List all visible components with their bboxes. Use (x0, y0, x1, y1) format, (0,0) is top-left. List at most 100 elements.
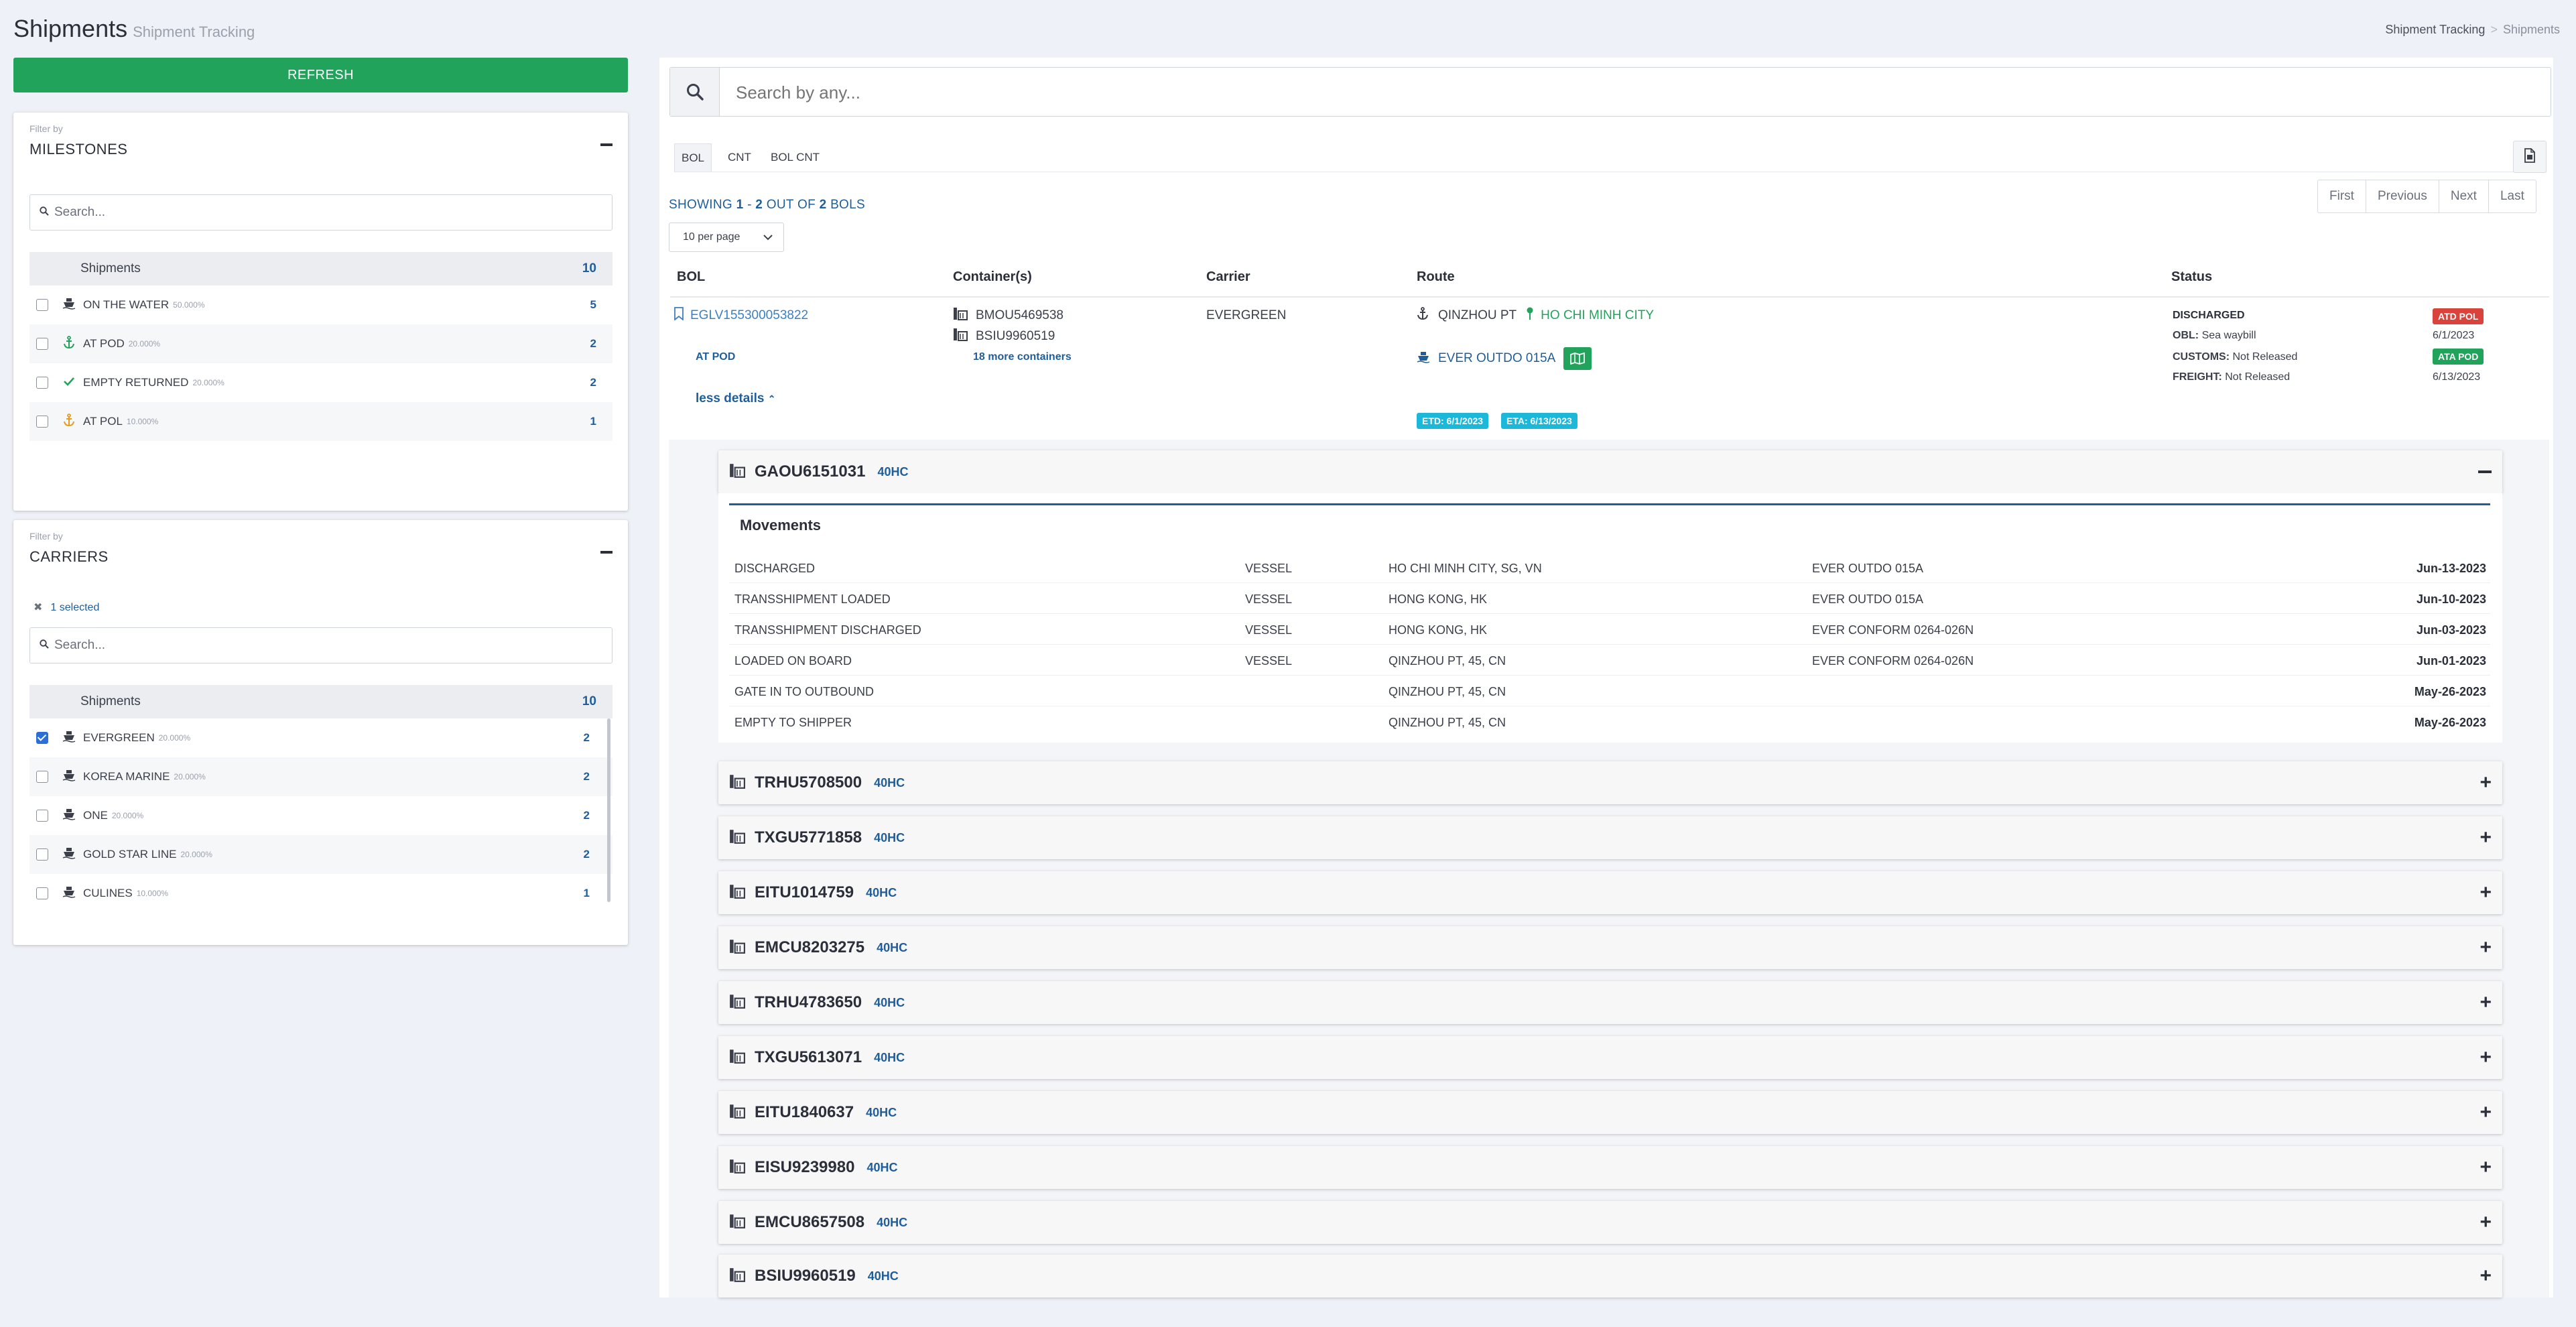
pager-last-button[interactable]: Last (2489, 180, 2536, 212)
expand-icon[interactable]: + (2480, 1265, 2492, 1287)
showing-from: 1 (736, 198, 744, 212)
carrier-item-korea-marine[interactable]: KOREA MARINE 20.000% 2 (29, 757, 613, 796)
pager-previous-button[interactable]: Previous (2366, 180, 2439, 212)
milestone-checkbox[interactable] (36, 416, 48, 428)
pager-next-button[interactable]: Next (2439, 180, 2489, 212)
movement-date: May-26-2023 (2414, 716, 2486, 729)
milestone-item-at-pol[interactable]: AT POL 10.000% 1 (29, 402, 613, 441)
expand-icon[interactable]: + (2480, 1046, 2492, 1069)
milestone-checkbox[interactable] (36, 377, 48, 389)
container-accordion-expanded[interactable]: GAOU6151031 40HC (718, 450, 2502, 493)
container-type: 40HC (866, 885, 897, 899)
container-accordion[interactable]: TRHU5708500 40HC + (718, 761, 2502, 804)
container-accordion[interactable]: EMCU8203275 40HC + (718, 926, 2502, 969)
tab-bol[interactable]: BOL (674, 143, 712, 172)
clear-selection-icon[interactable]: ✖ (34, 602, 42, 613)
carrier-checkbox[interactable] (36, 771, 48, 783)
container-item[interactable]: BSIU9960519 (953, 328, 1055, 344)
bol-link[interactable]: EGLV155300053822 (674, 307, 808, 324)
milestones-total-count: 10 (582, 261, 596, 275)
carrier-item-one[interactable]: ONE 20.000% 2 (29, 796, 613, 835)
showing-prefix: SHOWING (669, 198, 732, 212)
carrier-count: 1 (583, 887, 590, 899)
page-subtitle: Shipment Tracking (133, 23, 255, 40)
milestone-count: 5 (590, 298, 596, 311)
carriers-selected-indicator[interactable]: ✖ 1 selected (34, 601, 99, 614)
container-accordion[interactable]: TRHU4783650 40HC + (718, 981, 2502, 1024)
bookmark-icon[interactable] (674, 307, 684, 324)
carriers-collapse-button[interactable] (600, 551, 613, 554)
milestone-checkbox[interactable] (36, 299, 48, 311)
milestones-search-input[interactable]: Search... (29, 194, 613, 231)
container-accordion[interactable]: EITU1014759 40HC + (718, 871, 2502, 914)
showing-mid: OUT OF (766, 198, 816, 212)
refresh-button[interactable]: REFRESH (13, 58, 628, 92)
ship-icon (62, 769, 76, 785)
expand-icon[interactable]: + (2480, 1101, 2492, 1124)
expand-icon[interactable]: + (2480, 1156, 2492, 1179)
less-details-link[interactable]: less details ⌃ (696, 391, 775, 406)
expand-icon[interactable]: + (2480, 771, 2492, 794)
milestone-item-at-pod[interactable]: AT POD 20.000% 2 (29, 324, 613, 363)
carrier-item-evergreen[interactable]: EVERGREEN 20.000% 2 (29, 718, 613, 757)
expand-icon[interactable]: + (2480, 881, 2492, 904)
container-accordion[interactable]: TXGU5613071 40HC + (718, 1036, 2502, 1079)
freight-label: FREIGHT: (2173, 371, 2222, 383)
carrier-checkbox[interactable] (36, 887, 48, 899)
column-header-carrier[interactable]: Carrier (1206, 269, 1250, 285)
movement-location: QINZHOU PT, 45, CN (1389, 716, 1506, 729)
milestones-filter-card: Filter by MILESTONES Search... Shipments… (13, 113, 628, 511)
container-name: GAOU6151031 (755, 462, 866, 481)
carrier-item-culines[interactable]: CULINES 10.000% 1 (29, 874, 613, 913)
expand-icon[interactable]: + (2480, 991, 2492, 1014)
carriers-scrollbar[interactable] (607, 718, 610, 902)
milestones-title: MILESTONES (29, 141, 128, 157)
container-item[interactable]: BMOU5469538 (953, 307, 1064, 324)
carrier-checkbox[interactable] (36, 810, 48, 822)
container-type: 40HC (877, 464, 909, 479)
container-accordion[interactable]: EISU9239980 40HC + (718, 1146, 2502, 1189)
collapse-icon[interactable] (2478, 470, 2492, 473)
milestone-label: AT POD (83, 337, 125, 350)
carriers-search-input[interactable]: Search... (29, 627, 613, 664)
milestone-item-on-the-water[interactable]: ON THE WATER 50.000% 5 (29, 286, 613, 324)
bol-number[interactable]: EGLV155300053822 (690, 308, 808, 323)
expand-icon[interactable]: + (2480, 826, 2492, 849)
more-containers-link[interactable]: 18 more containers (973, 351, 1072, 363)
map-icon[interactable] (1563, 347, 1592, 370)
milestone-checkbox[interactable] (36, 338, 48, 350)
carrier-item-gold-star-line[interactable]: GOLD STAR LINE 20.000% 2 (29, 835, 613, 874)
route-origin: QINZHOU PT (1438, 308, 1517, 322)
tab-bol-cnt[interactable]: BOL CNT (764, 143, 826, 172)
vessel-name[interactable]: EVER OUTDO 015A (1438, 351, 1555, 366)
pager-first-button[interactable]: First (2318, 180, 2366, 212)
container-accordion[interactable]: EITU1840637 40HC + (718, 1091, 2502, 1134)
milestones-collapse-button[interactable] (600, 143, 613, 146)
container-accordion[interactable]: EMCU8657508 40HC + (718, 1201, 2502, 1244)
container-name: TXGU5771858 (755, 828, 862, 846)
ata-pod-badge: ATA POD (2433, 349, 2484, 365)
export-button[interactable] (2513, 141, 2547, 173)
expand-icon[interactable]: + (2480, 1211, 2492, 1234)
movement-date: Jun-03-2023 (2416, 623, 2486, 637)
carrier-checkbox[interactable] (36, 848, 48, 861)
column-header-status[interactable]: Status (2171, 269, 2212, 285)
search-icon (40, 206, 49, 219)
movement-mode: VESSEL (1245, 562, 1293, 575)
movement-vessel: EVER CONFORM 0264-026N (1812, 623, 1974, 637)
column-header-containers[interactable]: Container(s) (953, 269, 1032, 285)
breadcrumb-link-tracking[interactable]: Shipment Tracking (2385, 23, 2485, 36)
milestone-item-empty-returned[interactable]: EMPTY RETURNED 20.000% 2 (29, 363, 613, 402)
column-header-route[interactable]: Route (1417, 269, 1455, 285)
container-accordion[interactable]: TXGU5771858 40HC + (718, 816, 2502, 859)
carrier-count: 2 (583, 848, 590, 861)
global-search-input[interactable] (736, 82, 2478, 103)
container-accordion[interactable]: BSIU9960519 40HC + (718, 1255, 2502, 1298)
tab-cnt[interactable]: CNT (721, 143, 758, 172)
carriers-selected-label: 1 selected (50, 602, 100, 613)
search-icon[interactable] (670, 68, 720, 116)
expand-icon[interactable]: + (2480, 936, 2492, 959)
column-header-bol[interactable]: BOL (677, 269, 705, 285)
per-page-select[interactable]: 10 per page (669, 223, 784, 252)
carrier-checkbox[interactable] (36, 732, 48, 744)
